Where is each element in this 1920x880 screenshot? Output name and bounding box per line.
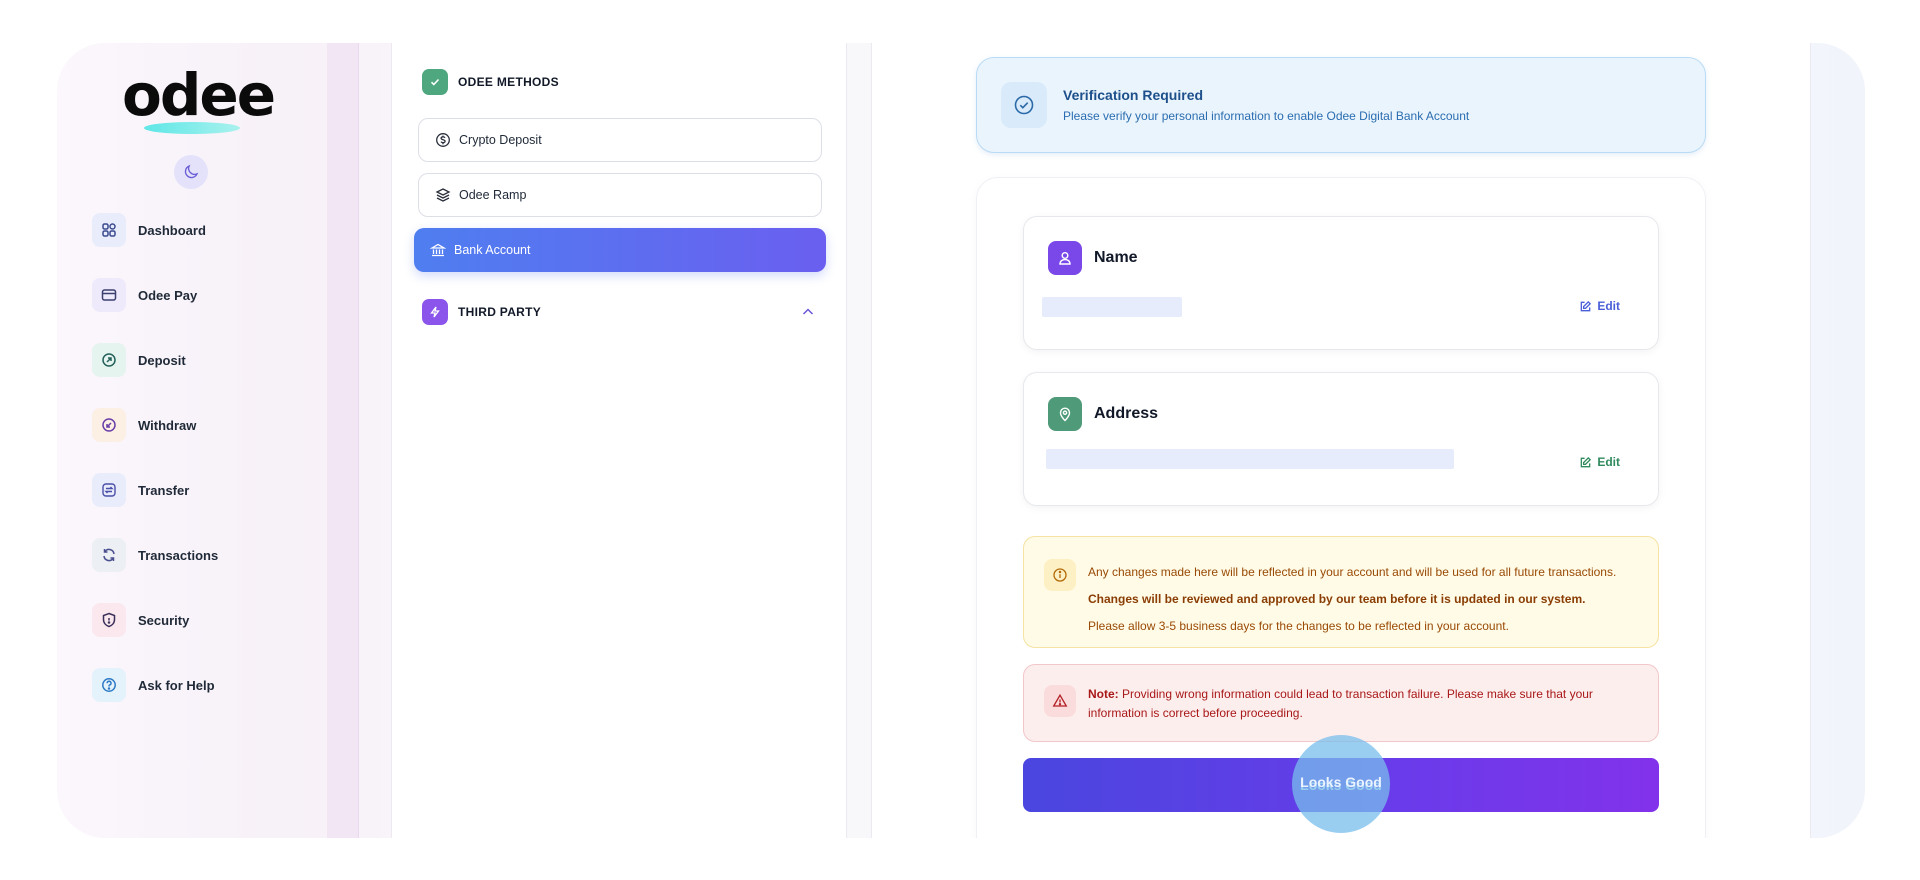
- edit-address-button[interactable]: Edit: [1579, 455, 1620, 469]
- user-icon: [1048, 241, 1082, 275]
- dollar-circle-icon: [436, 133, 450, 147]
- method-label: Crypto Deposit: [459, 133, 542, 147]
- edit-label: Edit: [1597, 299, 1620, 313]
- name-card: Name Edit: [1023, 216, 1659, 350]
- layers-icon: [435, 188, 451, 202]
- notice-line: Please allow 3-5 business days for the c…: [1088, 619, 1509, 633]
- name-title: Name: [1094, 249, 1138, 266]
- sidebar-item-label: Transfer: [138, 482, 190, 498]
- verification-banner: Verification Required Please verify your…: [976, 57, 1706, 153]
- notice-line: Any changes made here will be reflected …: [1088, 565, 1617, 579]
- grid-icon: [92, 213, 126, 247]
- sidebar-item-transactions[interactable]: Transactions: [92, 538, 312, 572]
- section-title: THIRD PARTY: [458, 305, 542, 319]
- card-icon: [92, 278, 126, 312]
- check-icon: [422, 69, 448, 95]
- sidebar-item-withdraw[interactable]: Withdraw: [92, 408, 312, 442]
- sidebar-nav: Dashboard Odee Pay Deposit Withdraw Tran…: [92, 213, 312, 733]
- address-card: Address Edit: [1023, 372, 1659, 506]
- sidebar-item-label: Dashboard: [138, 222, 206, 238]
- sidebar-item-label: Transactions: [138, 547, 219, 563]
- verification-form: Name Edit Address Edit Any changes made …: [976, 177, 1706, 838]
- verification-text: Please verify your personal information …: [1063, 109, 1470, 123]
- notice-line: Changes will be reviewed and approved by…: [1088, 592, 1586, 606]
- sidebar-item-dashboard[interactable]: Dashboard: [92, 213, 312, 247]
- panel-divider: [847, 43, 871, 838]
- method-bank-account[interactable]: Bank Account: [414, 228, 826, 272]
- odee-methods-header[interactable]: ODEE METHODS: [422, 69, 822, 95]
- edit-icon: [1580, 300, 1592, 311]
- warning-label: Note:: [1088, 687, 1119, 701]
- chevron-up-icon[interactable]: [800, 304, 816, 320]
- sidebar-item-label: Security: [138, 612, 190, 628]
- sidebar-item-odee-pay[interactable]: Odee Pay: [92, 278, 312, 312]
- third-party-header[interactable]: THIRD PARTY: [422, 299, 822, 325]
- sidebar-item-label: Withdraw: [138, 417, 197, 433]
- address-value: [1046, 449, 1454, 469]
- shield-icon: [92, 603, 126, 637]
- method-label: Bank Account: [454, 243, 531, 257]
- address-title: Address: [1094, 405, 1159, 422]
- edit-name-button[interactable]: Edit: [1579, 299, 1620, 313]
- sidebar-divider: [327, 43, 359, 838]
- arrow-down-circle-icon: [92, 408, 126, 442]
- arrow-up-circle-icon: [92, 343, 126, 377]
- name-value: [1042, 297, 1182, 317]
- check-circle-icon: [1001, 82, 1047, 128]
- verification-title: Verification Required: [1063, 87, 1204, 103]
- method-label: Odee Ramp: [459, 188, 527, 202]
- section-title: ODEE METHODS: [458, 75, 559, 89]
- method-odee-ramp[interactable]: Odee Ramp: [418, 173, 822, 217]
- transfer-icon: [92, 473, 126, 507]
- logo-text: odee: [122, 61, 276, 129]
- sidebar-item-help[interactable]: Ask for Help: [92, 668, 312, 702]
- warning-body: Providing wrong information could lead t…: [1088, 687, 1593, 720]
- sidebar-item-deposit[interactable]: Deposit: [92, 343, 312, 377]
- edit-label: Edit: [1597, 455, 1620, 469]
- methods-panel: ODEE METHODS Crypto Deposit Odee Ramp Ba…: [391, 43, 847, 838]
- info-notice: Any changes made here will be reflected …: [1023, 536, 1659, 648]
- sidebar-item-label: Odee Pay: [138, 287, 198, 303]
- sidebar-item-security[interactable]: Security: [92, 603, 312, 637]
- theme-toggle-button[interactable]: [174, 155, 208, 189]
- warning-notice: Note: Providing wrong information could …: [1023, 664, 1659, 742]
- sidebar-item-label: Ask for Help: [138, 677, 215, 693]
- sidebar-item-label: Deposit: [138, 352, 186, 368]
- logo[interactable]: odee: [122, 59, 276, 134]
- verification-panel: Verification Required Please verify your…: [871, 43, 1811, 838]
- help-icon: [92, 668, 126, 702]
- looks-good-button[interactable]: Looks Good: [1023, 758, 1659, 812]
- edit-icon: [1580, 456, 1592, 467]
- warning-text: Note: Providing wrong information could …: [1088, 685, 1628, 723]
- warning-triangle-icon: [1044, 685, 1076, 717]
- lightning-icon: [422, 299, 448, 325]
- app-window: odee Dashboard Odee Pay Deposit Withdraw…: [57, 43, 1865, 838]
- info-icon: [1044, 559, 1076, 591]
- location-pin-icon: [1048, 397, 1082, 431]
- moon-icon: [184, 164, 199, 179]
- sidebar-item-transfer[interactable]: Transfer: [92, 473, 312, 507]
- method-crypto-deposit[interactable]: Crypto Deposit: [418, 118, 822, 162]
- sidebar: odee Dashboard Odee Pay Deposit Withdraw…: [57, 43, 327, 838]
- refresh-icon: [92, 538, 126, 572]
- logo-swoosh: [144, 122, 240, 134]
- bank-icon: [430, 243, 446, 257]
